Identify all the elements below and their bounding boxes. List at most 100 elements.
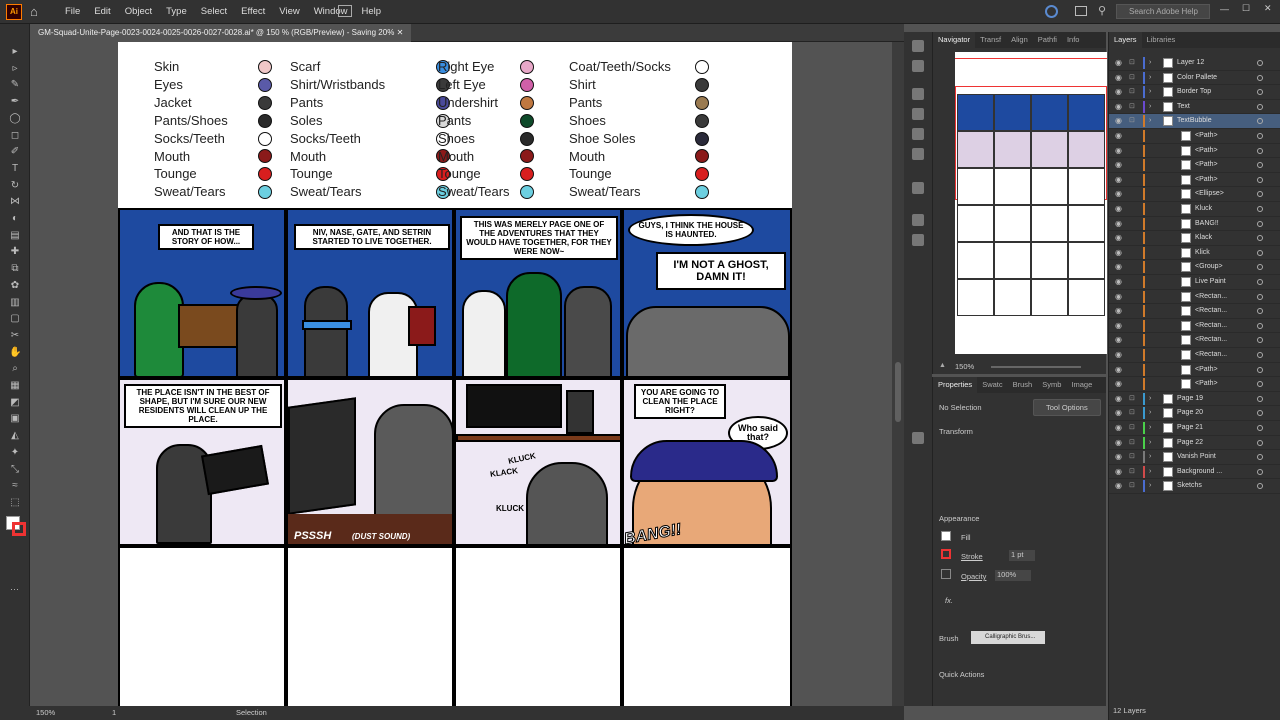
panel-9[interactable] <box>118 546 286 706</box>
menu-object[interactable]: Object <box>118 0 159 24</box>
nav-zoom-slider[interactable] <box>991 366 1081 368</box>
layer-row[interactable]: ◉ <Rectan... <box>1109 348 1280 363</box>
expand-chevron-icon[interactable]: › <box>1149 450 1151 464</box>
visibility-eye-icon[interactable]: ◉ <box>1115 260 1122 274</box>
visibility-eye-icon[interactable]: ◉ <box>1115 158 1122 172</box>
visibility-eye-icon[interactable]: ◉ <box>1115 144 1122 158</box>
document-tab[interactable]: GM-Squad-Unite-Page-0023-0024-0025-0026-… <box>30 24 412 42</box>
sync-icon[interactable] <box>1045 5 1058 18</box>
expand-chevron-icon[interactable]: › <box>1149 71 1151 85</box>
target-circle-icon[interactable] <box>1257 206 1263 212</box>
layer-row[interactable]: ◉ Kluck <box>1109 202 1280 217</box>
workspace-icon[interactable] <box>1075 6 1087 16</box>
panel-6[interactable]: PSSSH (dust sound) <box>286 378 454 546</box>
slice-tool-icon[interactable]: ✂ <box>9 330 21 342</box>
nav-tab-info[interactable]: Info <box>1062 32 1085 48</box>
lock-icon[interactable]: ⊡ <box>1129 465 1135 479</box>
menu-help[interactable]: Help <box>355 0 389 24</box>
panel-2[interactable]: Niv, Nase, Gate, and Setrin started to l… <box>286 208 454 378</box>
expand-chevron-icon[interactable]: › <box>1149 85 1151 99</box>
visibility-eye-icon[interactable]: ◉ <box>1115 246 1122 260</box>
layer-row[interactable]: ◉ <Path> <box>1109 363 1280 378</box>
layer-name[interactable]: Page 21 <box>1177 421 1203 435</box>
ellipse-tool-icon[interactable]: ◯ <box>9 113 21 125</box>
target-circle-icon[interactable] <box>1257 439 1263 446</box>
target-circle-icon[interactable] <box>1257 293 1263 300</box>
stroke-label[interactable]: Stroke <box>961 552 983 561</box>
panel-8[interactable]: You are going to clean the place right? … <box>622 378 792 546</box>
menu-edit[interactable]: Edit <box>87 0 117 24</box>
layer-name[interactable]: BANG!! <box>1195 217 1219 231</box>
visibility-eye-icon[interactable]: ◉ <box>1115 275 1122 289</box>
target-circle-icon[interactable] <box>1257 89 1263 96</box>
expand-chevron-icon[interactable]: › <box>1149 114 1151 128</box>
layer-name[interactable]: Klick <box>1195 246 1210 260</box>
nav-tab-navigator[interactable]: Navigator <box>933 32 976 48</box>
expand-chevron-icon[interactable]: › <box>1149 406 1151 420</box>
scroll-thumb[interactable] <box>895 362 901 422</box>
visibility-eye-icon[interactable]: ◉ <box>1115 231 1122 245</box>
nav-tab-transf[interactable]: Transf <box>975 32 1006 48</box>
opacity-label[interactable]: Opacity <box>961 572 986 581</box>
target-circle-icon[interactable] <box>1257 103 1263 110</box>
visibility-eye-icon[interactable]: ◉ <box>1115 377 1122 391</box>
layer-row[interactable]: ◉ ⊡ › Page 19 <box>1109 392 1280 407</box>
panel-4[interactable]: Guys, I think the house is haunted. I'm … <box>622 208 792 378</box>
target-circle-icon[interactable] <box>1257 176 1263 183</box>
layer-name[interactable]: <Path> <box>1195 377 1218 391</box>
layer-row[interactable]: ◉ Live Paint <box>1109 275 1280 290</box>
layer-row[interactable]: ◉ ⊡ › Page 21 <box>1109 421 1280 436</box>
free-transform-icon[interactable]: ⬚ <box>9 497 21 509</box>
layer-row[interactable]: ◉ <Rectan... <box>1109 290 1280 305</box>
appearance-icon[interactable] <box>912 88 924 100</box>
hand-tool-icon[interactable]: ✋ <box>9 347 21 359</box>
type-icon[interactable] <box>912 108 924 120</box>
target-circle-icon[interactable] <box>1257 118 1263 125</box>
layers-tab-libraries[interactable]: Libraries <box>1142 32 1181 48</box>
target-circle-icon[interactable] <box>1257 395 1263 402</box>
lock-icon[interactable]: ⊡ <box>1129 100 1135 114</box>
libraries-icon[interactable] <box>912 60 924 72</box>
layer-row[interactable]: ◉ <Path> <box>1109 158 1280 173</box>
brush-dropdown[interactable]: Calligraphic Brus... <box>971 631 1045 644</box>
layer-name[interactable]: Klack <box>1195 231 1212 245</box>
navigator-preview[interactable] <box>955 52 1107 354</box>
opacity-value[interactable]: 100% <box>995 570 1031 581</box>
target-circle-icon[interactable] <box>1257 220 1263 227</box>
props-tab-image[interactable]: Image <box>1066 377 1097 393</box>
panel-10[interactable] <box>286 546 454 706</box>
layer-name[interactable]: <Rectan... <box>1195 333 1227 347</box>
vertical-scrollbar[interactable] <box>892 42 904 706</box>
layer-name[interactable]: <Rectan... <box>1195 290 1227 304</box>
visibility-eye-icon[interactable]: ◉ <box>1115 392 1122 406</box>
layer-row[interactable]: ◉ Klick <box>1109 246 1280 261</box>
target-circle-icon[interactable] <box>1257 74 1263 81</box>
target-circle-icon[interactable] <box>1257 191 1263 198</box>
layer-name[interactable]: <Rectan... <box>1195 304 1227 318</box>
lock-icon[interactable]: ⊡ <box>1129 114 1135 128</box>
target-circle-icon[interactable] <box>1257 147 1263 154</box>
visibility-eye-icon[interactable]: ◉ <box>1115 173 1122 187</box>
fx-button[interactable]: fx. <box>945 596 953 605</box>
menu-select[interactable]: Select <box>194 0 234 24</box>
stroke-swatch-icon[interactable] <box>941 549 951 559</box>
menu-effect[interactable]: Effect <box>234 0 272 24</box>
tool-options-button[interactable]: Tool Options <box>1033 399 1101 416</box>
mesh-tool-icon[interactable]: ▣ <box>9 413 21 425</box>
layer-name[interactable]: <Group> <box>1195 260 1223 274</box>
layer-name[interactable]: Vanish Point <box>1177 450 1216 464</box>
zoom-tool-icon[interactable]: ⌕ <box>9 363 21 375</box>
curvature-tool-icon[interactable]: ✒ <box>9 96 21 108</box>
expand-chevron-icon[interactable]: › <box>1149 100 1151 114</box>
visibility-eye-icon[interactable]: ◉ <box>1115 187 1122 201</box>
search-input[interactable]: Search Adobe Help <box>1116 4 1210 19</box>
layer-row[interactable]: ◉ Klack <box>1109 231 1280 246</box>
paragraph-icon[interactable] <box>912 128 924 140</box>
layer-row[interactable]: ◉ <Group> <box>1109 260 1280 275</box>
layer-row[interactable]: ◉ <Rectan... <box>1109 304 1280 319</box>
lock-icon[interactable]: ⊡ <box>1129 56 1135 70</box>
lock-icon[interactable]: ⊡ <box>1129 421 1135 435</box>
layer-name[interactable]: <Path> <box>1195 173 1218 187</box>
expand-chevron-icon[interactable]: › <box>1149 479 1151 493</box>
expand-chevron-icon[interactable]: › <box>1149 436 1151 450</box>
